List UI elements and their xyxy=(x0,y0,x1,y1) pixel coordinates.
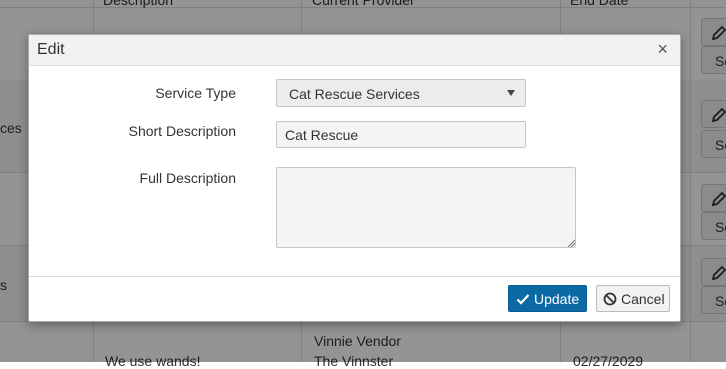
check-icon xyxy=(516,294,530,305)
dialog-title: Edit xyxy=(37,41,65,58)
cancel-button[interactable]: Cancel xyxy=(596,285,670,312)
short-description-input[interactable] xyxy=(276,121,526,148)
update-button-label: Update xyxy=(534,291,580,307)
service-type-label: Service Type xyxy=(155,85,236,101)
full-description-textarea[interactable] xyxy=(276,167,576,248)
service-type-value: Cat Rescue Services xyxy=(289,86,420,102)
service-type-select[interactable]: Cat Rescue Services xyxy=(276,79,526,107)
update-button[interactable]: Update xyxy=(508,285,587,312)
dialog-footer xyxy=(29,276,680,277)
short-description-label: Short Description xyxy=(128,123,236,139)
ban-icon xyxy=(603,292,617,306)
chevron-down-icon xyxy=(507,90,515,96)
cancel-button-label: Cancel xyxy=(621,291,665,307)
full-description-label: Full Description xyxy=(139,170,236,186)
dialog-header: Edit × xyxy=(29,35,680,66)
edit-dialog: Edit × Service Type Cat Rescue Services … xyxy=(28,34,681,322)
close-icon[interactable]: × xyxy=(657,40,668,58)
resize-grip-icon[interactable] xyxy=(567,239,575,247)
